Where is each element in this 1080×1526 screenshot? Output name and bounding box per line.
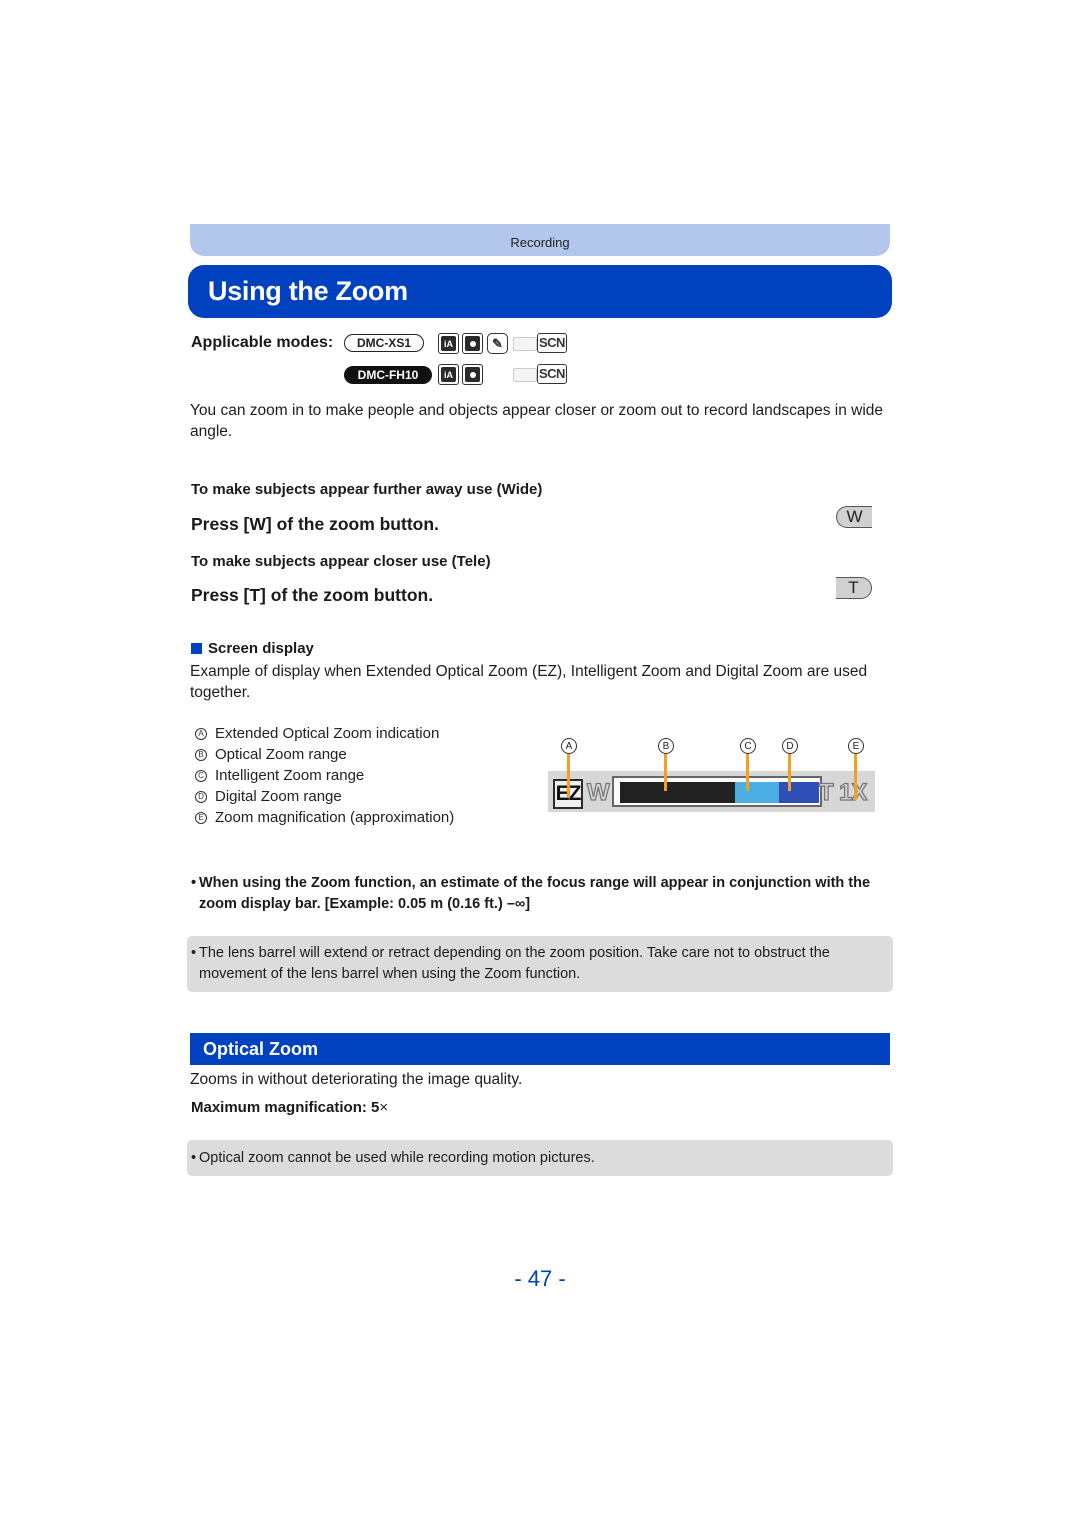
letter-a-icon: A (195, 727, 207, 740)
model-badge-dmc-xs1: DMC-XS1 (344, 334, 424, 352)
wide-end-label: W (586, 778, 610, 806)
magnification-readout: 1X (838, 778, 868, 806)
intelligent-auto-mode-icon: iA (438, 364, 459, 385)
callout-d: D (782, 738, 798, 754)
page-title: Using the Zoom (208, 276, 408, 306)
bullet: • (191, 875, 197, 891)
bullet: • (191, 945, 197, 961)
blue-square-icon (191, 643, 202, 654)
section-header-bar: Recording (190, 224, 890, 256)
tele-heading: To make subjects appear closer use (Tele… (191, 553, 491, 570)
optical-zoom-heading: Optical Zoom (203, 1038, 319, 1059)
wide-heading: To make subjects appear further away use… (191, 481, 543, 498)
legend-text: Intelligent Zoom range (215, 767, 365, 784)
callout-b: B (658, 738, 674, 754)
tele-end-label: T (818, 778, 834, 806)
letter-c-icon: C (195, 769, 207, 782)
callout-e-pointer (854, 754, 857, 800)
applicable-modes-label: Applicable modes: (191, 334, 334, 351)
legend-item: B Optical Zoom range (195, 744, 454, 765)
callout-d-pointer (788, 754, 791, 791)
callout-e: E (848, 738, 864, 754)
intelligent-auto-mode-icon: iA (438, 333, 459, 354)
zoom-t-button-icon: T (836, 577, 872, 599)
legend-item: D Digital Zoom range (195, 786, 454, 807)
motion-picture-note-box: • Optical zoom cannot be used while reco… (187, 1140, 893, 1176)
intelligent-zoom-segment (735, 782, 779, 803)
wide-instruction: Press [W] of the zoom button. (191, 514, 439, 534)
legend-item: C Intelligent Zoom range (195, 765, 454, 786)
letter-e-icon: E (195, 811, 207, 824)
scene-mode-icon: SCN (537, 364, 567, 384)
zoom-bar-diagram: EZ W T 1X A B C D E (548, 735, 875, 813)
optical-zoom-heading-bar: Optical Zoom (190, 1033, 890, 1065)
screen-display-heading: Screen display (191, 640, 314, 657)
screen-display-title: Screen display (208, 640, 314, 657)
focus-range-note-text: When using the Zoom function, an estimat… (199, 875, 871, 912)
legend-text: Extended Optical Zoom indication (215, 725, 440, 742)
legend-text: Optical Zoom range (215, 746, 347, 763)
screen-display-description: Example of display when Extended Optical… (190, 663, 868, 701)
optical-zoom-description: Zooms in without deteriorating the image… (190, 1071, 523, 1088)
focus-range-note: • When using the Zoom function, an estim… (191, 873, 881, 915)
model-badge-dmc-fh10: DMC-FH10 (344, 366, 432, 384)
section-label: Recording (510, 234, 570, 250)
callout-a: A (561, 738, 577, 754)
legend-item: A Extended Optical Zoom indication (195, 723, 454, 744)
scene-mode-icon: SCN (537, 333, 567, 353)
motion-picture-note-text: Optical zoom cannot be used while record… (199, 1150, 595, 1166)
times-symbol: × (379, 1099, 389, 1116)
lens-barrel-note-text: The lens barrel will extend or retract d… (199, 945, 830, 982)
optical-zoom-segment (620, 782, 735, 803)
letter-d-icon: D (195, 790, 207, 803)
camera-mode-icon (462, 364, 483, 385)
legend-text: Digital Zoom range (215, 788, 342, 805)
letter-b-icon: B (195, 748, 207, 761)
page-number: - 47 - (514, 1266, 566, 1291)
max-magnification: Maximum magnification: 5× (191, 1099, 388, 1116)
callout-a-pointer (567, 754, 570, 797)
callout-c: C (740, 738, 756, 754)
lens-barrel-note-box: • The lens barrel will extend or retract… (187, 936, 893, 992)
legend-item: E Zoom magnification (approximation) (195, 807, 454, 828)
tele-instruction: Press [T] of the zoom button. (191, 585, 434, 605)
bullet: • (191, 1150, 197, 1166)
clipboard-mode-icon: ✎ (487, 333, 508, 354)
camera-mode-icon (462, 333, 483, 354)
zoom-legend-list: A Extended Optical Zoom indication B Opt… (195, 723, 454, 828)
max-magnification-label: Maximum magnification: 5 (191, 1099, 380, 1116)
legend-text: Zoom magnification (approximation) (215, 809, 455, 826)
panorama-mode-icon-faded (513, 368, 537, 382)
callout-c-pointer (746, 754, 749, 791)
panorama-mode-icon-faded (513, 337, 537, 351)
callout-b-pointer (664, 754, 667, 791)
page-title-bar: Using the Zoom (188, 265, 892, 318)
zoom-w-button-icon: W (836, 506, 872, 528)
digital-zoom-segment (779, 782, 819, 803)
intro-paragraph: You can zoom in to make people and objec… (190, 402, 884, 440)
